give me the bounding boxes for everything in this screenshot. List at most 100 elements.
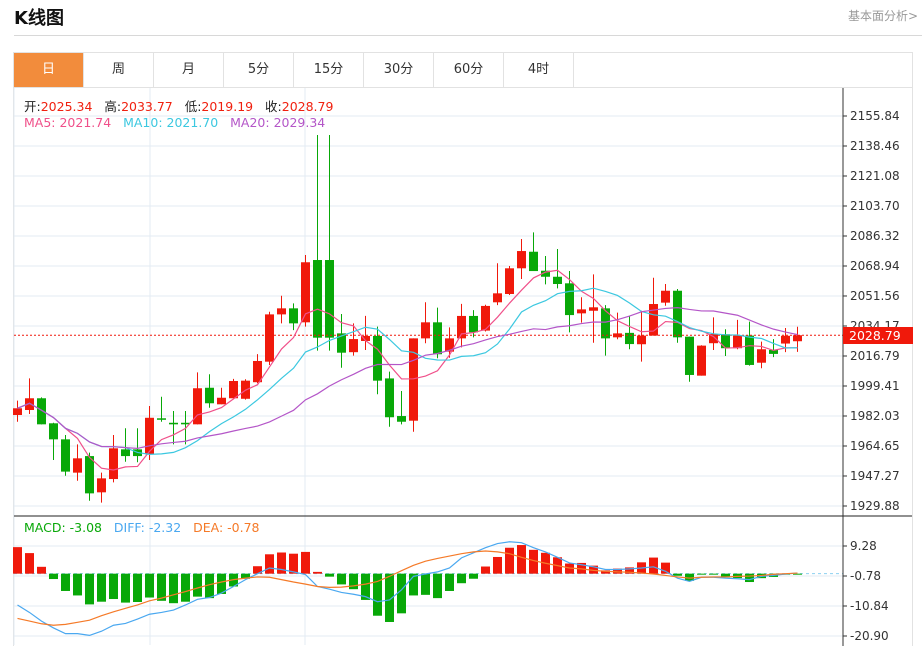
candle xyxy=(685,336,694,382)
price-tick-label: 1999.41 xyxy=(850,379,900,393)
candle xyxy=(673,289,682,343)
macd-bar xyxy=(181,573,190,602)
price-tick-label: 2016.79 xyxy=(850,349,900,363)
candle xyxy=(133,428,142,463)
candle xyxy=(529,232,538,272)
candle-body xyxy=(229,381,238,399)
candle-body xyxy=(757,349,766,363)
macd-tick-label: -10.84 xyxy=(850,599,889,613)
macd-bar xyxy=(469,573,478,579)
macd-bar xyxy=(37,566,46,574)
high-value: 2033.77 xyxy=(121,99,173,114)
candle-body xyxy=(517,251,526,269)
low-value: 2019.19 xyxy=(201,99,254,114)
macd-tick-label: -20.90 xyxy=(850,629,889,643)
candle xyxy=(121,428,130,462)
price-tick-label: 1982.03 xyxy=(850,409,900,423)
candle-body xyxy=(721,334,730,349)
macd-bar xyxy=(457,573,466,584)
candle-body xyxy=(469,315,478,333)
candle-body xyxy=(97,478,106,493)
macd-bar xyxy=(97,573,106,602)
candle-body xyxy=(565,283,574,316)
ma20-value: MA20: 2029.34 xyxy=(230,115,326,130)
candle xyxy=(241,379,250,400)
candle-body xyxy=(793,335,802,342)
candle xyxy=(481,304,490,332)
macd-bar xyxy=(445,573,454,591)
macd-bar xyxy=(337,573,346,585)
candle-body xyxy=(217,397,226,405)
candle xyxy=(445,327,454,358)
macd-bar xyxy=(13,547,22,574)
candle xyxy=(493,263,502,306)
macd-bar xyxy=(349,573,358,590)
macd-info: MACD: -3.08 DIFF: -2.32 DEA: -0.78 xyxy=(24,520,259,535)
ohlc-info: 开:2025.34 高:2033.77 低:2019.19 收:2028.79 xyxy=(24,96,333,115)
candle xyxy=(721,329,730,356)
macd-bar xyxy=(421,573,430,595)
macd-bar xyxy=(193,573,202,597)
candle xyxy=(349,323,358,356)
candle xyxy=(217,387,226,405)
macd-bar xyxy=(325,573,334,577)
candle-body xyxy=(49,423,58,440)
candle-body xyxy=(169,422,178,425)
macd-bar xyxy=(313,571,322,574)
candle xyxy=(457,303,466,348)
candle-body xyxy=(433,322,442,355)
candle-body xyxy=(85,456,94,494)
candle-body xyxy=(781,335,790,344)
candle xyxy=(73,444,82,481)
candle-body xyxy=(349,339,358,353)
candle-body xyxy=(529,251,538,272)
candle-body xyxy=(313,260,322,338)
candle-body xyxy=(121,449,130,457)
candle xyxy=(193,372,202,425)
macd-bar xyxy=(121,573,130,603)
candle xyxy=(385,371,394,427)
candle xyxy=(97,472,106,503)
candle-body xyxy=(493,293,502,303)
candle xyxy=(649,277,658,336)
price-tick-label: 1947.27 xyxy=(850,469,900,483)
candle xyxy=(397,391,406,425)
candle xyxy=(205,374,214,408)
candle xyxy=(25,378,34,414)
candle xyxy=(589,274,598,343)
ma10-value: MA10: 2021.70 xyxy=(123,115,219,130)
price-tick-label: 2155.84 xyxy=(850,109,900,123)
candle xyxy=(421,302,430,344)
candle-body xyxy=(61,439,70,472)
candle xyxy=(745,321,754,366)
price-tick-label: 2138.46 xyxy=(850,139,900,153)
macd-bar xyxy=(505,547,514,574)
macd-bar xyxy=(673,573,682,576)
current-price-tag: 2028.79 xyxy=(843,327,913,344)
macd-bar xyxy=(493,556,502,574)
macd-bar xyxy=(661,562,670,574)
candle-body xyxy=(589,307,598,311)
candle-body xyxy=(409,338,418,421)
candle-body xyxy=(745,335,754,365)
macd-bar xyxy=(133,573,142,603)
macd-bar xyxy=(73,573,82,596)
candle xyxy=(577,297,586,323)
macd-bar xyxy=(709,573,718,575)
candle xyxy=(277,295,286,324)
candle xyxy=(313,135,322,351)
dea-value: DEA: -0.78 xyxy=(193,520,260,535)
candle xyxy=(553,248,562,289)
candle-body xyxy=(625,332,634,345)
macd-bar xyxy=(745,573,754,583)
candle xyxy=(325,135,334,351)
candle-body xyxy=(421,322,430,339)
open-value: 2025.34 xyxy=(40,99,93,114)
candle xyxy=(157,396,166,422)
low-label: 低: xyxy=(184,99,202,114)
price-tick-label: 2051.56 xyxy=(850,289,900,303)
macd-bar xyxy=(649,557,658,574)
candle xyxy=(637,310,646,362)
macd-bar xyxy=(481,566,490,574)
macd-bar xyxy=(265,554,274,574)
